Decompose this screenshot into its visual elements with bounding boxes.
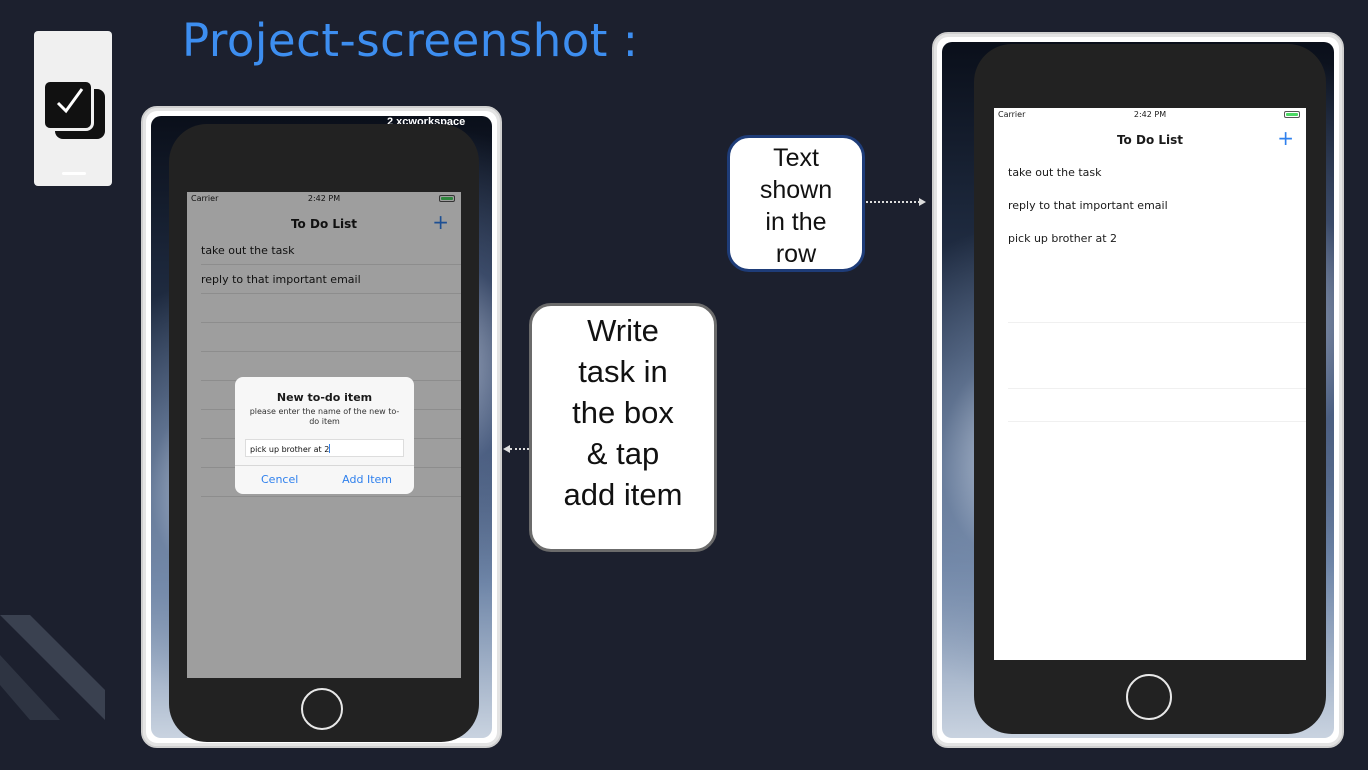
alert-title: New to-do item: [276, 391, 373, 404]
slide-title: Project-screenshot :: [182, 14, 639, 67]
nav-title: To Do List: [1116, 133, 1184, 147]
battery-icon: [1284, 111, 1300, 118]
home-button[interactable]: [301, 688, 343, 730]
callout-line: shown: [759, 176, 833, 204]
callout-line: Write: [587, 313, 659, 348]
list-item[interactable]: take out the task: [1008, 158, 1306, 191]
app-icon-card: [34, 31, 112, 186]
callout-line: add item: [563, 477, 683, 512]
arrow-right-head: [919, 198, 926, 206]
arrow-right: [866, 201, 920, 203]
callout-line: Text: [773, 144, 819, 172]
callout-line: & tap: [586, 436, 660, 471]
phone-screen: Carrier 2:42 PM To Do List + take out th…: [994, 108, 1306, 660]
nav-bar: To Do List +: [994, 126, 1306, 154]
checkmark-icon: [56, 88, 84, 114]
left-phone-mockup: 2 xcworkspace Carrier 2:42 PM To Do List…: [141, 106, 502, 748]
callout-line: row: [775, 240, 817, 268]
list-item[interactable]: pick up brother at 2: [1008, 224, 1306, 257]
new-item-alert: New to-do item please enter the name of …: [235, 377, 414, 494]
home-indicator: [62, 172, 86, 175]
home-button[interactable]: [1126, 674, 1172, 720]
alert-message: please enter the name of the new to-do i…: [249, 407, 400, 426]
list-item[interactable]: reply to that important email: [1008, 191, 1306, 224]
task-input[interactable]: pick up brother at 2: [245, 439, 404, 457]
empty-row: [1008, 389, 1306, 422]
status-bar: Carrier 2:42 PM: [994, 108, 1306, 122]
phone-body: Carrier 2:42 PM To Do List + take out th…: [169, 124, 479, 742]
alert-divider: [235, 465, 414, 466]
right-phone-mockup: Carrier 2:42 PM To Do List + take out th…: [932, 32, 1344, 748]
task-input-value: pick up brother at 2: [250, 445, 330, 454]
cancel-button[interactable]: Cencel: [261, 473, 298, 486]
instruction-callout-left: Write task in the box & tap add item: [529, 303, 717, 552]
phone-body: Carrier 2:42 PM To Do List + take out th…: [974, 44, 1326, 734]
callout-line: in the: [765, 208, 827, 236]
text-caret: [329, 444, 331, 453]
empty-row: [1008, 356, 1306, 389]
add-icon[interactable]: +: [1277, 128, 1294, 148]
callout-line: task in: [578, 354, 668, 389]
phone-screen: Carrier 2:42 PM To Do List + take out th…: [187, 192, 461, 678]
arrow-left-head: [503, 445, 510, 453]
arrow-left: [510, 448, 529, 450]
add-item-button[interactable]: Add Item: [342, 473, 392, 486]
callout-line: the box: [572, 395, 674, 430]
instruction-callout-right: Text shown in the row: [727, 135, 865, 272]
clock-label: 2:42 PM: [1133, 110, 1167, 119]
decorative-stripes: [0, 615, 105, 720]
empty-row: [1008, 290, 1306, 323]
